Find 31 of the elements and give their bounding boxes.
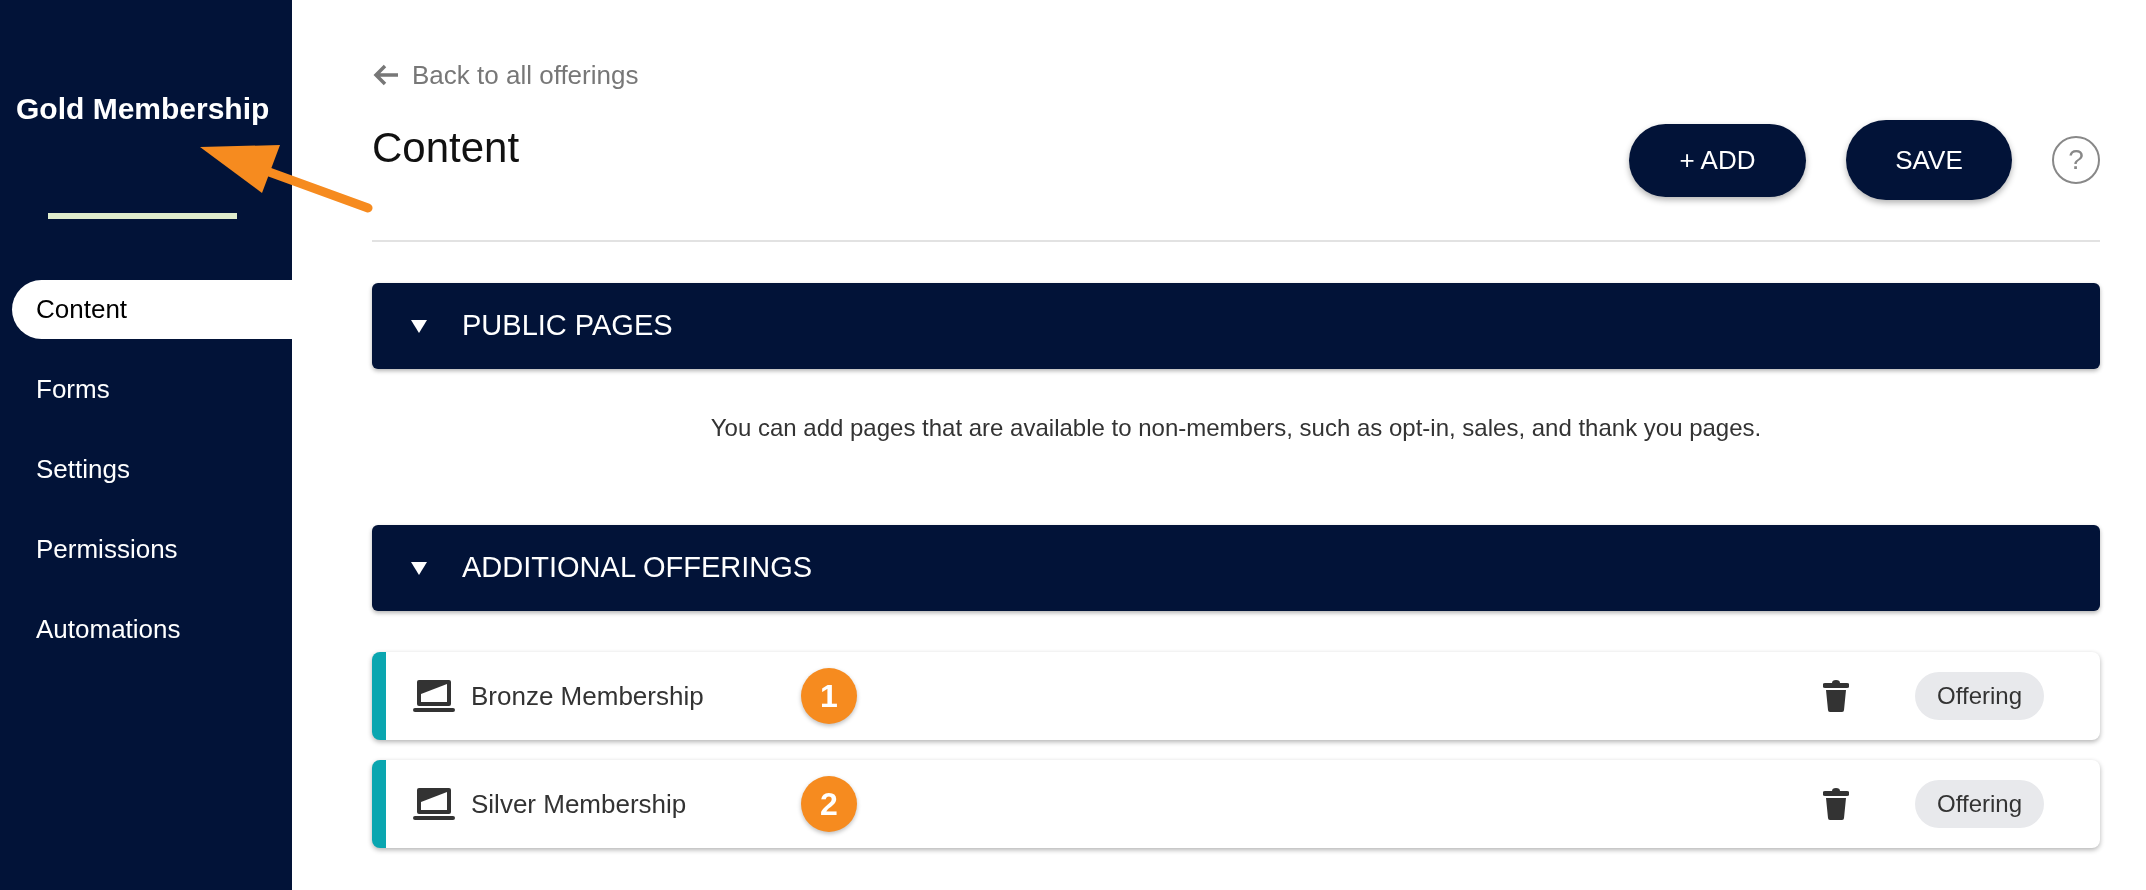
offering-name: Bronze Membership — [471, 679, 705, 713]
nav-item[interactable]: Content — [12, 280, 292, 339]
offering-tag: Offering — [1915, 780, 2044, 828]
offering-tag: Offering — [1915, 672, 2044, 720]
offering-row[interactable]: Silver Membership 2 Offering — [372, 760, 2100, 848]
caret-icon[interactable] — [410, 559, 428, 577]
laptop-icon — [413, 786, 455, 822]
trash-icon[interactable] — [1823, 680, 1850, 712]
offering-name: Silver Membership — [471, 787, 688, 821]
nav-item[interactable]: Automations — [12, 600, 292, 659]
section-header[interactable]: PUBLIC PAGES — [372, 283, 2100, 369]
help-button[interactable]: ? — [2052, 136, 2100, 184]
back-arrow-icon — [372, 63, 400, 87]
back-link[interactable]: Back to all offerings — [372, 60, 639, 90]
trash-icon[interactable] — [1823, 788, 1850, 820]
section-header[interactable]: ADDITIONAL OFFERINGS — [372, 525, 2100, 611]
offering-title: Gold Membership — [16, 92, 271, 126]
laptop-icon — [413, 678, 455, 714]
nav-item[interactable]: Permissions — [12, 520, 292, 579]
add-button[interactable]: + ADD — [1629, 123, 1806, 197]
nav-item[interactable]: Settings — [12, 440, 292, 499]
nav-item[interactable]: Forms — [12, 360, 292, 419]
save-button[interactable]: SAVE — [1846, 120, 2012, 200]
section-title: ADDITIONAL OFFERINGS — [462, 550, 813, 586]
caret-icon[interactable] — [410, 317, 428, 335]
page-heading: Content — [372, 124, 520, 172]
step-marker: 1 — [801, 668, 857, 724]
step-marker: 2 — [801, 776, 857, 832]
section-description: You can add pages that are available to non-members, such as opt-in, sales, and thank you pages. — [709, 413, 1763, 443]
section-title: PUBLIC PAGES — [462, 308, 673, 344]
offering-row[interactable]: Bronze Membership 1 Offering — [372, 652, 2100, 740]
